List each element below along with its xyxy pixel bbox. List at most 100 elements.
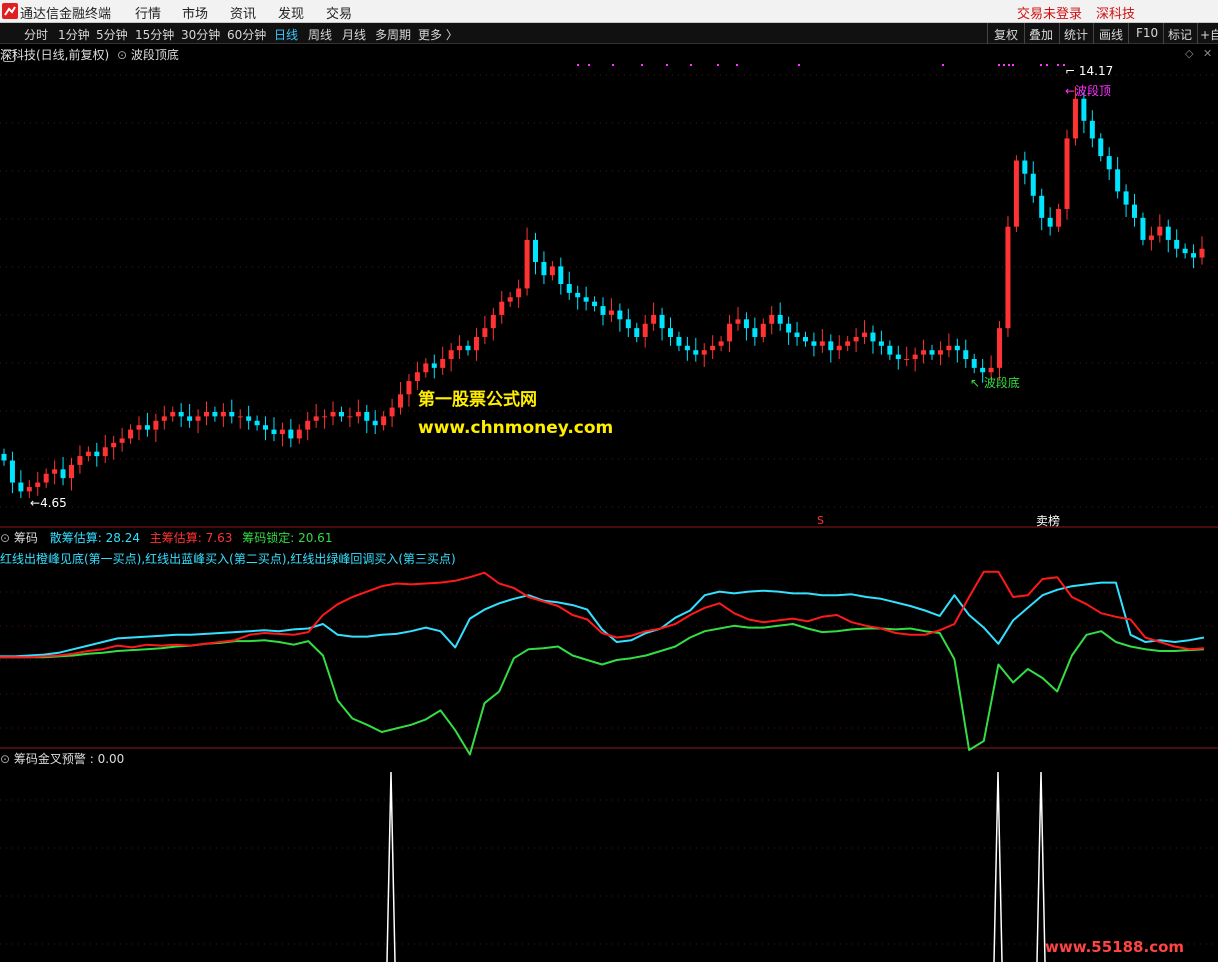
candle-body <box>1123 191 1129 205</box>
candle-body <box>1148 235 1154 240</box>
candle-body <box>338 411 344 417</box>
menu-news[interactable]: 资讯 <box>230 3 256 22</box>
candle-body <box>786 323 792 333</box>
signal-dot <box>1003 64 1005 66</box>
period-tab-5min[interactable]: 5分钟 <box>96 26 128 43</box>
candle-body <box>516 288 522 298</box>
signal-dot <box>798 64 800 66</box>
candle-body <box>490 314 496 329</box>
close-panel-icon[interactable]: ✕ <box>1203 47 1212 60</box>
candle-body <box>94 451 100 457</box>
period-tab-weekly[interactable]: 周线 <box>308 26 332 43</box>
candle-body <box>111 442 117 448</box>
period-tab-more[interactable]: 更多 〉 <box>418 26 458 43</box>
high-price-label: ⌐ 14.17 <box>1065 64 1114 78</box>
settings-diamond-icon[interactable]: ◇ <box>1185 47 1193 60</box>
candle-body <box>448 350 454 360</box>
candle-body <box>229 411 235 417</box>
chip-collapse-icon[interactable]: ⊙ <box>0 531 10 545</box>
candle-body <box>929 350 935 355</box>
candle-body <box>1191 253 1197 258</box>
candle-body <box>592 301 598 307</box>
tool-f10-button[interactable]: F10 <box>1136 26 1158 40</box>
indicator-name[interactable]: 波段顶底 <box>131 48 179 62</box>
candle-body <box>701 350 707 355</box>
candle-body <box>634 328 640 337</box>
candle-body <box>1013 160 1019 227</box>
candle-body <box>566 284 572 293</box>
candle-body <box>1165 226 1171 240</box>
candle-body <box>1 453 7 461</box>
corner-watermark: www.55188.com <box>1045 938 1185 956</box>
period-tab-60min[interactable]: 60分钟 <box>227 26 266 43</box>
retail-chip-label: 散筹估算: <box>49 531 102 545</box>
candle-body <box>887 345 893 355</box>
candle-body <box>406 381 412 395</box>
candle-body <box>1132 204 1138 218</box>
tool-overlay-button[interactable]: 叠加 <box>1029 26 1053 43</box>
candle-body <box>1089 120 1095 139</box>
tool-custom-button[interactable]: +自 <box>1200 26 1218 43</box>
candle-body <box>735 319 741 324</box>
tool-adjust-button[interactable]: 复权 <box>994 26 1018 43</box>
menu-trade[interactable]: 交易 <box>326 3 352 22</box>
toolbar-separator <box>1128 23 1129 44</box>
candle-body <box>35 482 41 487</box>
candle-body <box>794 332 800 337</box>
watermark-url: www.chnmoney.com <box>418 418 614 438</box>
candle-body <box>431 363 437 368</box>
period-tab-monthly[interactable]: 月线 <box>342 26 366 43</box>
candle-body <box>667 328 673 337</box>
candle-body <box>296 429 302 439</box>
candle-body <box>608 310 614 315</box>
period-tab-daily[interactable]: 日线 <box>274 26 298 43</box>
tool-draw-button[interactable]: 画线 <box>1099 26 1123 43</box>
candle-body <box>895 354 901 360</box>
period-tab-30min[interactable]: 30分钟 <box>181 26 220 43</box>
candle-body <box>195 416 201 421</box>
chip-panel-name[interactable]: 筹码 <box>14 531 38 545</box>
toolbar-separator <box>1093 23 1094 44</box>
warn-label: 筹码金叉预警 : 0.00 <box>13 752 125 766</box>
chart-canvas[interactable] <box>0 0 1218 962</box>
candle-body <box>423 363 429 373</box>
tool-stats-button[interactable]: 统计 <box>1064 26 1088 43</box>
period-tab-15min[interactable]: 15分钟 <box>135 26 174 43</box>
candle-body <box>870 332 876 342</box>
candle-body <box>68 464 74 479</box>
signal-dot <box>1057 64 1059 66</box>
period-toolbar: 分时 1分钟 5分钟 15分钟 30分钟 60分钟 日线 周线 月线 多周期 更… <box>0 23 1218 62</box>
candle-body <box>482 328 488 337</box>
warn-spike <box>386 771 396 962</box>
period-tab-multi[interactable]: 多周期 <box>375 26 411 43</box>
candle-body <box>263 425 269 430</box>
wave-top-label: ←波段顶 <box>1065 84 1112 98</box>
candle-body <box>651 314 657 324</box>
sell-marker: S <box>817 514 824 527</box>
chip-panel-header: ⊙ 筹码 散筹估算: 28.24 主筹估算: 7.63 筹码锁定: 20.61 <box>0 529 332 546</box>
candle-body <box>659 314 665 329</box>
candle-body <box>760 323 766 337</box>
candle-body <box>845 341 851 346</box>
period-tab-intraday[interactable]: 分时 <box>24 26 48 43</box>
stock-name: 深科技 <box>1096 7 1136 22</box>
menu-discover[interactable]: 发现 <box>278 3 304 22</box>
menu-markets[interactable]: 市场 <box>182 3 208 22</box>
signal-dot <box>736 64 738 66</box>
candle-body <box>954 345 960 351</box>
candle-body <box>769 314 775 324</box>
sell-rank-marker: 卖榜 <box>1036 514 1061 528</box>
candle-body <box>1199 248 1205 258</box>
period-tab-1min[interactable]: 1分钟 <box>58 26 90 43</box>
candle-body <box>507 297 513 302</box>
tool-mark-button[interactable]: 标记 <box>1168 26 1192 43</box>
candle-body <box>499 301 505 315</box>
warn-collapse-icon[interactable]: ⊙ <box>0 752 10 766</box>
menu-market[interactable]: 行情 <box>135 3 161 22</box>
candle-body <box>389 407 395 417</box>
candle-body <box>819 341 825 346</box>
red-chip-line <box>0 570 1205 659</box>
candle-body <box>625 319 631 329</box>
trade-login-status[interactable]: 交易未登录 <box>1017 3 1082 22</box>
collapse-icon[interactable]: ⊙ <box>117 48 127 62</box>
